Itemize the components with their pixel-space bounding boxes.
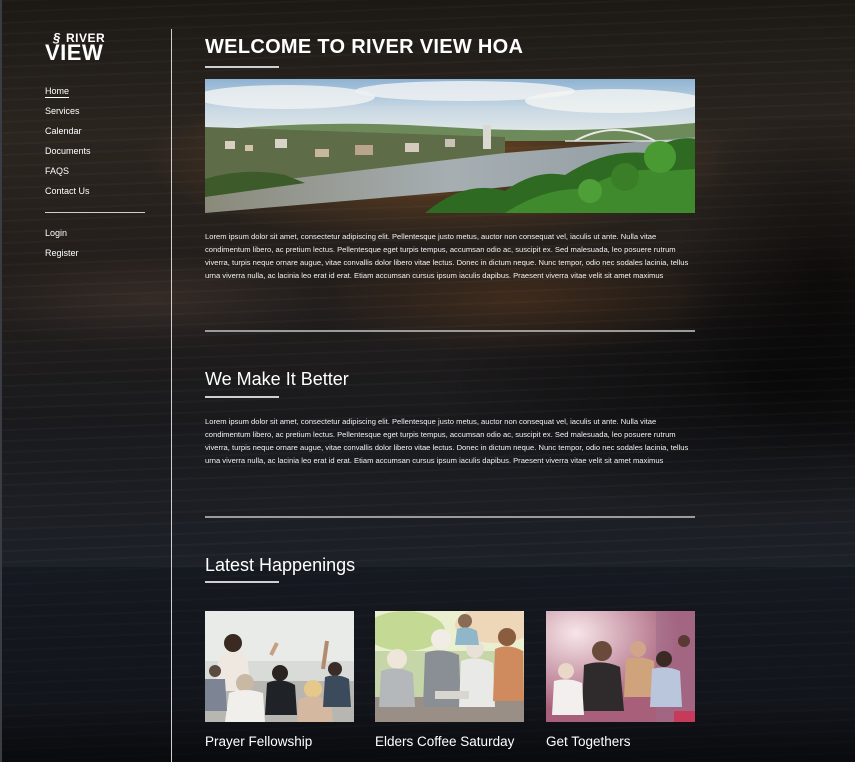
nav-item-label: Documents xyxy=(45,146,91,156)
section-title-underline xyxy=(205,581,279,583)
nav-item-label: Login xyxy=(45,228,68,238)
nav-item-services[interactable]: Services xyxy=(45,105,91,125)
site-logo[interactable]: § RIVER VIEW xyxy=(45,30,115,64)
happening-card[interactable]: Elders Coffee Saturday xyxy=(375,611,524,749)
nav-item-home[interactable]: Home xyxy=(45,85,91,105)
get-togethers-photo xyxy=(546,611,695,722)
nav-item-label: Home xyxy=(45,86,70,98)
nav-item-calendar[interactable]: Calendar xyxy=(45,125,91,145)
nav-item-documents[interactable]: Documents xyxy=(45,145,91,165)
sidebar-divider xyxy=(171,29,172,762)
sidebar: § RIVER VIEW Home Services Calendar Docu… xyxy=(0,0,172,762)
nav-item-contact-us[interactable]: Contact Us xyxy=(45,185,91,205)
hero-image-river-city xyxy=(205,79,695,213)
account-nav: Login Register xyxy=(45,227,79,267)
section-title-underline xyxy=(205,396,279,398)
section-paragraph: Lorem ipsum dolor sit amet, consectetur … xyxy=(205,417,689,465)
card-title[interactable]: Get Togethers xyxy=(546,734,695,749)
intro-paragraph: Lorem ipsum dolor sit amet, consectetur … xyxy=(205,232,689,280)
logo-view-text: VIEW xyxy=(45,40,104,65)
prayer-fellowship-photo xyxy=(205,611,354,722)
nav-item-label: Contact Us xyxy=(45,186,90,196)
nav-divider xyxy=(45,212,145,213)
title-underline xyxy=(205,66,279,68)
main-nav: Home Services Calendar Documents FAQS Co… xyxy=(45,85,91,205)
nav-item-label: Services xyxy=(45,106,80,116)
elders-coffee-photo xyxy=(375,611,524,722)
card-title[interactable]: Elders Coffee Saturday xyxy=(375,734,524,749)
nav-item-label: Calendar xyxy=(45,126,82,136)
happening-card[interactable]: Prayer Fellowship xyxy=(205,611,354,749)
nav-item-label: Register xyxy=(45,248,79,258)
nav-item-faqs[interactable]: FAQS xyxy=(45,165,91,185)
page-title: WELCOME TO RIVER VIEW HOA xyxy=(205,36,524,58)
section-divider xyxy=(205,516,695,518)
section-title-we-make-it-better: We Make It Better xyxy=(205,369,349,389)
section-title-latest-happenings: Latest Happenings xyxy=(205,555,356,575)
section-divider xyxy=(205,330,695,332)
nav-item-login[interactable]: Login xyxy=(45,227,79,247)
happening-card[interactable]: Get Togethers xyxy=(546,611,695,749)
nav-item-register[interactable]: Register xyxy=(45,247,79,267)
card-title[interactable]: Prayer Fellowship xyxy=(205,734,354,749)
nav-item-label: FAQS xyxy=(45,166,70,176)
